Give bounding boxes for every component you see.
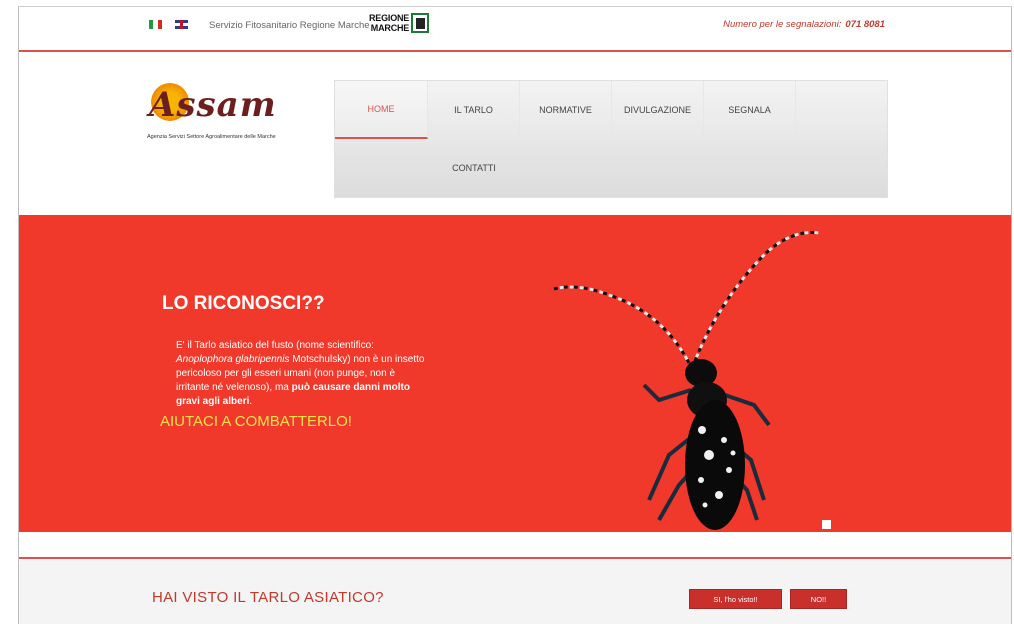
servizio-text: Servizio Fitosanitario Regione Marche: [209, 20, 370, 31]
hero-description: E' il Tarlo asiatico del fusto (nome sci…: [176, 339, 426, 409]
main-navigation: HOME IL TARLO NORMATIVE DIVULGAZIONE SEG…: [334, 80, 888, 198]
slide-indicator[interactable]: [822, 520, 831, 529]
species-name: Anoplophora glabripennis: [176, 354, 290, 365]
hero-title: LO RICONOSCI??: [162, 293, 325, 314]
hero-slider: LO RICONOSCI?? E' il Tarlo asiatico del …: [19, 215, 1011, 532]
nav-divulgazione[interactable]: DIVULGAZIONE: [612, 81, 704, 139]
report-question: HAI VISTO IL TARLO ASIATICO?: [152, 589, 384, 606]
hero-call-to-action: AIUTACI A COMBATTERLO!: [160, 413, 352, 430]
regione-emblem-icon: [411, 13, 430, 33]
nav-contatti[interactable]: CONTATTI: [428, 139, 520, 197]
regione-line-2: MARCHE: [370, 23, 410, 33]
regione-marche-logo[interactable]: REGIONE MARCHE: [369, 13, 430, 33]
nav-home[interactable]: HOME: [335, 81, 428, 139]
yes-seen-button[interactable]: SI, l'ho visto!!: [689, 589, 782, 609]
nav-il-tarlo[interactable]: IL TARLO: [428, 81, 520, 139]
hero-text-part-3: .: [249, 396, 253, 407]
italian-flag-icon[interactable]: [149, 20, 162, 29]
regione-line-1: REGIONE: [369, 13, 410, 23]
top-bar: Servizio Fitosanitario Regione Marche RE…: [19, 7, 1011, 52]
assam-logo[interactable]: Assam Agenzia Servizi Settore Agroalimen…: [143, 79, 303, 149]
numero-label: Numero per le segnalazioni:: [723, 19, 842, 30]
nav-normative[interactable]: NORMATIVE: [520, 81, 612, 139]
no-button[interactable]: NO!!: [790, 589, 847, 609]
logo-subtitle: Agenzia Servizi Settore Agroalimentare d…: [147, 134, 276, 140]
beetle-image: [553, 230, 820, 530]
report-section: HAI VISTO IL TARLO ASIATICO? SI, l'ho vi…: [19, 559, 1011, 624]
english-flag-icon[interactable]: [175, 20, 188, 29]
numero-value: 071 8081: [845, 19, 885, 30]
page-frame: Servizio Fitosanitario Regione Marche RE…: [18, 6, 1012, 624]
nav-segnala[interactable]: SEGNALA: [704, 81, 796, 139]
hero-text-part-1: E' il Tarlo asiatico del fusto (nome sci…: [176, 340, 374, 351]
segnalazioni-number: Numero per le segnalazioni: 071 8081: [723, 19, 885, 30]
logo-wordmark: Assam: [149, 85, 277, 125]
